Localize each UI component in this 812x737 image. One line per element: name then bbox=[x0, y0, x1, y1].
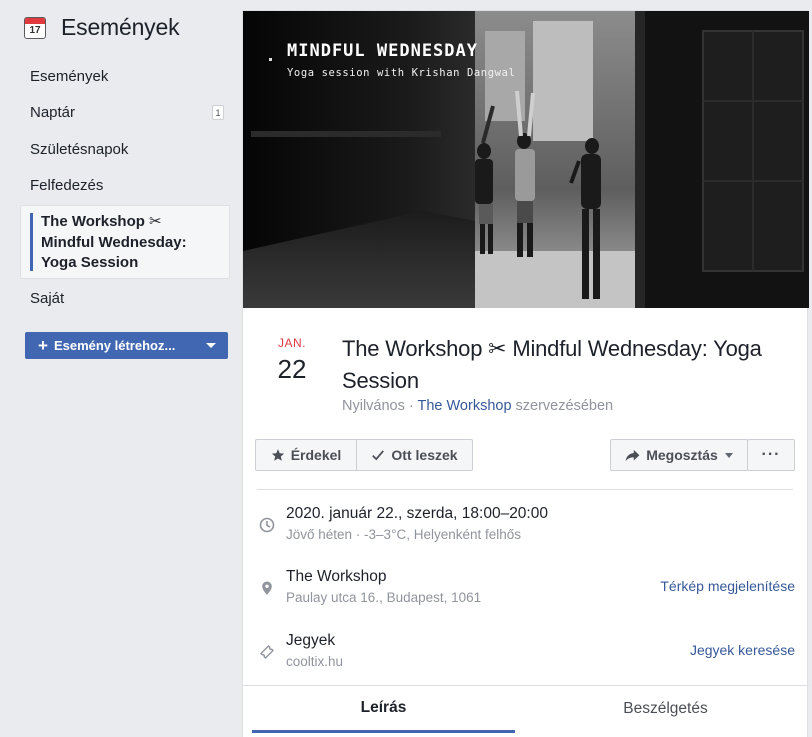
share-arrow-icon bbox=[625, 449, 640, 461]
location-address: Paulay utca 16., Budapest, 1061 bbox=[286, 590, 482, 605]
event-host-suffix: szervezésében bbox=[511, 398, 614, 414]
plus-icon: + bbox=[38, 336, 48, 355]
calendar-icon: 17 bbox=[24, 16, 46, 39]
location-name[interactable]: The Workshop bbox=[286, 568, 387, 586]
sidebar-item-birthdays[interactable]: Születésnapok bbox=[20, 131, 230, 168]
event-card: MINDFUL WEDNESDAY Yoga session with Kris… bbox=[242, 10, 809, 737]
sidebar-item-discover[interactable]: Felfedezés bbox=[20, 168, 230, 205]
share-button[interactable]: Megosztás bbox=[610, 439, 748, 471]
create-event-label: Esemény létrehoz... bbox=[53, 338, 176, 353]
event-meta: Nyilvános · The Workshop szervezésében bbox=[342, 398, 613, 414]
ticket-icon bbox=[260, 645, 274, 659]
tab-description[interactable]: Leírás bbox=[252, 686, 515, 733]
tab-discussion[interactable]: Beszélgetés bbox=[533, 686, 798, 732]
going-label: Ott leszek bbox=[391, 447, 458, 463]
event-datetime-row: 2020. január 22., szerda, 18:00–20:00 Jö… bbox=[255, 505, 795, 555]
tickets-title: Jegyek bbox=[286, 632, 336, 649]
sidebar-item-current-event[interactable]: The Workshop ✂ Mindful Wednesday: Yoga S… bbox=[20, 205, 230, 279]
sidebar-title: Események bbox=[61, 14, 180, 40]
location-pin-icon bbox=[262, 581, 272, 595]
share-label: Megosztás bbox=[646, 447, 718, 463]
cover-subtitle: Yoga session with Krishan Dangwal bbox=[287, 67, 516, 79]
tickets-site[interactable]: cooltix.hu bbox=[286, 654, 343, 669]
clock-icon bbox=[259, 517, 275, 533]
sidebar-item-label: Saját bbox=[30, 289, 65, 307]
cover-title: MINDFUL WEDNESDAY bbox=[287, 41, 478, 61]
divider bbox=[257, 489, 793, 490]
sidebar-item-events[interactable]: Események bbox=[20, 58, 230, 95]
sidebar: 17 Események Események Naptár 1 Születés… bbox=[0, 0, 242, 737]
sidebar-item-calendar[interactable]: Naptár 1 bbox=[20, 95, 230, 132]
star-icon bbox=[271, 449, 284, 461]
show-map-link[interactable]: Térkép megjelenítése bbox=[660, 578, 795, 594]
interested-label: Érdekel bbox=[290, 447, 342, 463]
sidebar-item-label: The Workshop ✂ Mindful Wednesday: Yoga S… bbox=[41, 213, 187, 271]
checkmark-icon bbox=[372, 450, 385, 461]
event-tickets-row: Jegyek cooltix.hu Jegyek keresése bbox=[255, 632, 795, 682]
interested-button[interactable]: Érdekel bbox=[255, 439, 357, 471]
more-options-icon: ··· bbox=[761, 446, 781, 463]
event-visibility: Nyilvános · bbox=[342, 398, 418, 414]
notification-badge: 1 bbox=[212, 105, 224, 121]
sidebar-item-label: Felfedezés bbox=[30, 177, 104, 195]
create-event-button[interactable]: + Esemény létrehoz... bbox=[25, 332, 228, 359]
find-tickets-link[interactable]: Jegyek keresése bbox=[690, 642, 795, 658]
chevron-down-icon bbox=[724, 452, 733, 458]
more-options-button[interactable]: ··· bbox=[747, 439, 795, 471]
event-weather: Jövő héten · -3–3°C, Helyenként felhős bbox=[286, 527, 522, 542]
date-day: 22 bbox=[277, 354, 307, 384]
date-month: JAN. bbox=[277, 336, 306, 350]
sidebar-item-label: Naptár bbox=[30, 104, 76, 122]
sidebar-item-own[interactable]: Saját bbox=[20, 280, 230, 317]
calendar-icon-number: 17 bbox=[29, 24, 41, 36]
chevron-down-icon[interactable] bbox=[206, 343, 216, 348]
event-location-row: The Workshop Paulay utca 16., Budapest, … bbox=[255, 568, 795, 618]
sidebar-nav: Események Naptár 1 Születésnapok Felfede… bbox=[20, 58, 230, 317]
event-datetime[interactable]: 2020. január 22., szerda, 18:00–20:00 bbox=[286, 505, 548, 523]
cover-bullet bbox=[269, 58, 272, 61]
event-tabs: Leírás Beszélgetés bbox=[243, 685, 809, 737]
date-badge: JAN. 22 bbox=[269, 336, 315, 385]
sidebar-item-label: Események bbox=[30, 67, 109, 85]
event-host-link[interactable]: The Workshop bbox=[417, 398, 511, 414]
event-title: The Workshop ✂ Mindful Wednesday: Yoga S… bbox=[342, 336, 762, 393]
sidebar-item-label: Születésnapok bbox=[30, 140, 129, 158]
cover-photo[interactable]: MINDFUL WEDNESDAY Yoga session with Kris… bbox=[243, 11, 809, 308]
going-button[interactable]: Ott leszek bbox=[356, 439, 473, 471]
sidebar-header: 17 Események bbox=[24, 14, 180, 41]
